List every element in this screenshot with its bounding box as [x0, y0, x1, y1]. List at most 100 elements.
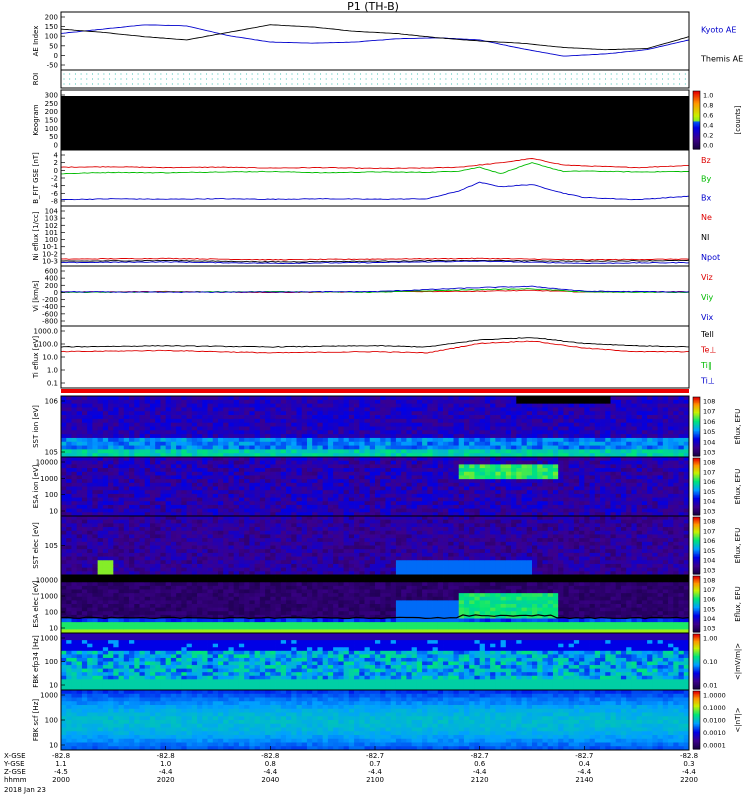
- xaxis-tick-label: 0.8: [265, 760, 276, 768]
- xaxis-tick-label: 2040: [261, 776, 279, 784]
- density-legend-ni: NI: [701, 233, 709, 242]
- xaxis-tick-label: 0.3: [683, 760, 694, 768]
- keogram-ytick: 100: [45, 125, 58, 133]
- esa_elec-colorbar-tick: 103: [703, 625, 715, 633]
- bfield-series-bx: [60, 181, 690, 201]
- esa_ion-colorbar-tick: 106: [703, 478, 715, 486]
- bfield-legend-bz: Bz: [701, 156, 711, 165]
- sst_elec-colorbar-tick: 105: [703, 547, 715, 555]
- fbk_e-ylabel: FBK efp34 [Hz]: [32, 635, 40, 688]
- ae-ytick: 50: [49, 42, 58, 50]
- esa_elec-ytick: 100: [45, 609, 58, 617]
- fbk_b-colorbar-tick: 0.0001: [703, 742, 726, 750]
- sst_ion-ylabel: SST ion [eV]: [32, 405, 40, 448]
- esa_ion-ytick: 1000: [40, 475, 58, 483]
- xaxis-tick-label: 1.0: [160, 760, 171, 768]
- ae-ylabel: AE Index: [32, 26, 40, 57]
- sst_ion-colorbar-tick: 103: [703, 449, 715, 457]
- esa_elec-ytick: 1000: [40, 593, 58, 601]
- esa_ion-ytick: 10: [49, 508, 58, 516]
- esa_ion-colorbar-tick: 107: [703, 468, 715, 476]
- xaxis-tick-label: -4.4: [263, 768, 277, 776]
- temperature-ytick: 100.0: [38, 341, 58, 349]
- density-legend-npot: Npot: [701, 253, 720, 262]
- esa_ion-panel: 108107106105104103Eflux, EFU100001000100…: [32, 456, 742, 517]
- temperature-ytick: 10.0: [42, 354, 58, 362]
- keogram-ytick: 300: [45, 92, 58, 100]
- bfield-ytick: -8: [51, 198, 58, 206]
- ae-series-kyotoae: [60, 24, 690, 57]
- temperature-series-ti: [60, 337, 690, 348]
- fbk_e-panel: 1.00 0.10 0.01 <|mV/m|> 1000 100 10 FBK efp34 […: [32, 632, 742, 691]
- esa_elec-colorbar-tick: 104: [703, 615, 715, 623]
- xaxis-tick-label: 2020: [157, 776, 175, 784]
- esa_elec-colorbar-tick: 108: [703, 577, 715, 585]
- xaxis-tick-label: -4.4: [368, 768, 382, 776]
- esa_ion-colorbar-label: Eflux, EFU: [734, 469, 742, 504]
- fbk_e-colorbar-tick: 1.00: [703, 635, 717, 643]
- fbk_b-colorbar-tick: 0.1000: [703, 704, 726, 712]
- bfield-series-bz: [60, 158, 689, 170]
- esa_ion-colorbar-tick: 103: [703, 508, 715, 516]
- fbk_b-ytick: 100: [45, 717, 58, 725]
- xaxis-tick-label: 2120: [471, 776, 489, 784]
- xaxis-row-label-4: 2018 Jan 23: [4, 786, 46, 794]
- keogram-panel: 1.0 0.8 0.6 0.4 0.2 0.0 [counts] 30025020015010…: [32, 89, 742, 151]
- sst_elec-colorbar-tick: 104: [703, 557, 715, 565]
- velocity-frame: [60, 265, 690, 327]
- temperature-ytick: 1.0: [47, 367, 58, 375]
- xaxis-tick-label: -82.8: [261, 752, 279, 760]
- esa_elec-panel: 108107106105104103Eflux, EFU100001000100…: [32, 574, 742, 634]
- fbk_b-ylabel: FBK scf [Hz]: [32, 699, 40, 741]
- sst_ion-ytick: 106: [45, 398, 59, 406]
- keogram-colorbar-label: [counts]: [734, 105, 742, 134]
- velocity-panel: VizViyVix6004002000-200-400-600-800Vi [k…: [32, 265, 714, 327]
- keogram-colorbar-tick: 1.0: [703, 92, 713, 100]
- sst_ion-ytick: 105: [45, 449, 58, 457]
- esa_elec-colorbar-tick: 105: [703, 605, 715, 613]
- sst_elec-colorbar-tick: 103: [703, 567, 715, 575]
- xaxis-tick-label: 0.7: [369, 760, 380, 768]
- xaxis-row-label-0: X-GSE: [4, 752, 26, 760]
- temperature-series-te: [60, 340, 689, 354]
- fbk_e-ytick: 100: [45, 658, 58, 666]
- keogram-ylabel: Keogram: [32, 104, 40, 135]
- ae-legend-kyotoae: Kyoto AE: [701, 25, 736, 34]
- ae-series-themisae: [60, 24, 690, 51]
- bfield-legend-by: By: [701, 175, 711, 184]
- fbk_e-colorbar-tick: 0.10: [703, 658, 717, 666]
- fbk_e-spectrogram-cells: [61, 633, 690, 691]
- xaxis-tick-label: 2100: [366, 776, 384, 784]
- keogram-image: [61, 96, 689, 150]
- esa_elec-colorbar-tick: 106: [703, 596, 715, 604]
- velocity-ylabel: Vi [km/s]: [32, 280, 40, 311]
- keogram-colorbar-tick: 0.6: [703, 112, 713, 120]
- density-series-ni: [60, 259, 690, 263]
- density-frame: [60, 205, 690, 267]
- density-panel: NeNINpot10410310210110010-110-210-3Ni ef…: [32, 205, 720, 267]
- velocity-legend-viz: Viz: [701, 273, 713, 282]
- esa_elec-spectrogram-cells: [61, 575, 690, 634]
- sst_ion-spectrogram-cells: [61, 396, 690, 458]
- esa_ion-colorbar-tick: 104: [703, 498, 715, 506]
- keogram-ytick: 250: [45, 100, 58, 108]
- temperature-ytick: 0.1: [47, 380, 58, 388]
- density-legend-ne: Ne: [701, 213, 712, 222]
- xaxis-row-label-2: Z-GSE: [4, 768, 26, 776]
- esa_ion-ytick: 100: [45, 491, 58, 499]
- sst_elec-colorbar-tick: 107: [703, 527, 715, 535]
- ae-panel: Kyoto AE Themis AE 200150 10050 0 -50 AE Index: [32, 11, 743, 71]
- xaxis-row-label-1: Y-GSE: [3, 760, 25, 768]
- keogram-ytick: 200: [45, 108, 58, 116]
- ae-ytick: 0: [54, 52, 58, 60]
- sst_ion-colorbar-label: Eflux, EFU: [734, 409, 742, 444]
- fbk_e-colorbar-label: <|mV/m|>: [734, 643, 742, 680]
- roi-ylabel: ROI: [32, 73, 40, 85]
- xaxis-tick-label: 1.1: [55, 760, 66, 768]
- fbk_b-colorbar-tick: 1.0000: [703, 692, 726, 700]
- sst_elec-panel: 108107 106 105 104 103 Eflux, EFU 105 SST elec …: [32, 515, 742, 576]
- ae-legend-themisae: Themis AE: [700, 54, 743, 63]
- keogram-colorbar-tick: 0.0: [703, 142, 713, 150]
- fbk_e-ytick: 10: [49, 682, 58, 690]
- temperature-ytick: 1000.0: [34, 328, 59, 336]
